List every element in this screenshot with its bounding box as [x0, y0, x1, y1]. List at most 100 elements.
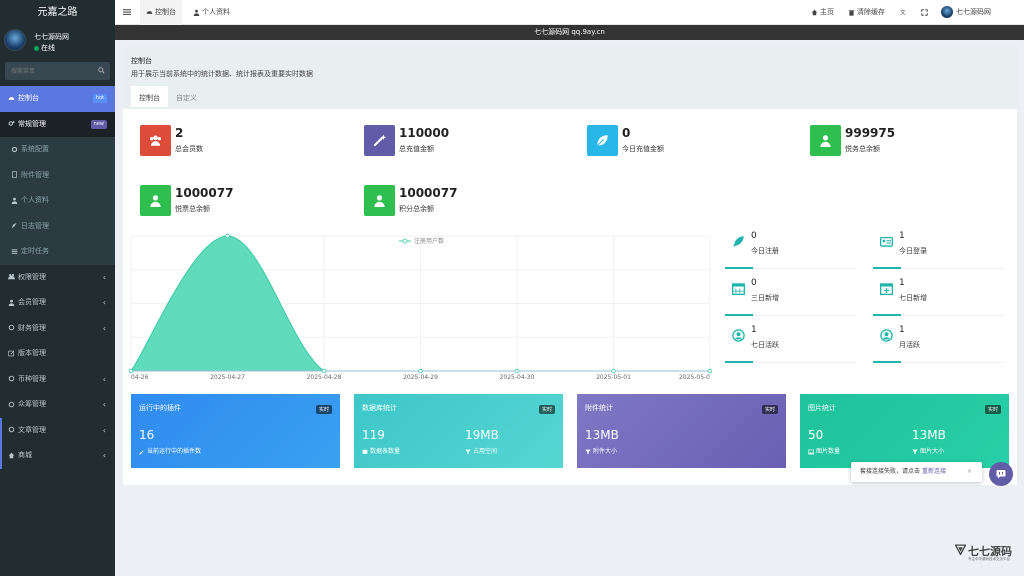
mini-stat-monthly-active: 1 月活跃: [873, 322, 1005, 363]
sidebar-item-attachment[interactable]: 附件管理: [0, 162, 115, 188]
data-point[interactable]: [707, 368, 713, 374]
sidebar-search: [5, 62, 110, 80]
page-description: 用于展示当前系统中的统计数据、统计报表及重要实时数据: [131, 70, 313, 78]
data-point[interactable]: [129, 368, 134, 374]
x-tick-label: 2025-04-29: [403, 374, 438, 381]
sidebar-item-version[interactable]: 版本管理: [0, 341, 115, 367]
x-tick-label: 2025-04-30: [500, 374, 535, 381]
circle-icon: [8, 426, 15, 433]
card-title: 数据库统计: [362, 404, 397, 412]
card-sub: 当前运行中的插件数: [139, 446, 201, 455]
sidebar-item-profile[interactable]: 个人资料: [0, 188, 115, 214]
card-sub-2: 占用空间: [465, 446, 497, 455]
sidebar-item-cron[interactable]: 定时任务: [0, 239, 115, 265]
stat-value: 1000077: [399, 186, 458, 200]
stat-icon-box: [364, 125, 395, 156]
sidebar-item-finance[interactable]: 财务管理 ‹: [0, 316, 115, 342]
data-point[interactable]: [225, 233, 230, 239]
stat-label: 悦票总余额: [175, 205, 210, 213]
sidebar-item-mall[interactable]: 商城 ‹: [0, 443, 115, 469]
sidebar-item-general[interactable]: 常规管理 new: [0, 111, 115, 137]
x-tick-label: 2025-04-27: [210, 374, 245, 381]
sidebar-item-members[interactable]: 会员管理 ‹: [0, 290, 115, 316]
stat-label: 总充值金额: [399, 145, 434, 153]
pen-icon: [11, 222, 18, 229]
sidebar-item-currency[interactable]: 币种管理 ‹: [0, 367, 115, 393]
edit-icon: [8, 350, 15, 357]
close-icon[interactable]: ×: [967, 462, 972, 482]
stat-value: 0: [622, 126, 631, 140]
tab-console[interactable]: 控制台: [131, 86, 168, 107]
card-value-2: 13MB: [912, 428, 946, 442]
clear-cache-button[interactable]: 清除缓存: [848, 0, 885, 25]
card-database: 数据库统计 实时 119 数据表数量 19MB 占用空间: [354, 394, 563, 468]
user-menu[interactable]: 七七源码网: [941, 0, 991, 25]
id-card-icon: [880, 235, 893, 248]
x-tick-label: 04-26: [131, 374, 149, 381]
stat-icon-box: [364, 185, 395, 216]
calendar-icon: [732, 282, 745, 295]
sidebar-item-articles[interactable]: 文章管理 ‹: [0, 417, 115, 443]
chat-button[interactable]: [989, 462, 1013, 486]
image-icon: [808, 449, 814, 455]
chevron-left-icon: ‹: [102, 298, 106, 307]
reconnect-link[interactable]: 重新连接: [922, 468, 946, 475]
sidebar-item-system-config[interactable]: 系统配置: [0, 137, 115, 163]
user-panel: 七七源码网 在线: [0, 25, 115, 58]
connection-toast: 套接连接失败，请点击 重新连接 ×: [851, 462, 982, 482]
app-logo[interactable]: 元嘉之路: [0, 0, 115, 25]
home-icon: [8, 452, 15, 459]
circle-icon: [8, 324, 15, 331]
data-point[interactable]: [611, 368, 616, 374]
user-icon: [149, 194, 162, 207]
data-point[interactable]: [418, 368, 423, 374]
stat-points-balance: 1000077 积分总余额: [364, 185, 564, 220]
sidebar-item-crowdfund[interactable]: 众筹管理 ‹: [0, 392, 115, 418]
new-badge: new: [90, 119, 107, 129]
tab-profile[interactable]: 个人资料: [193, 0, 230, 25]
stat-icon-box: [140, 125, 171, 156]
home-link[interactable]: 主页: [811, 0, 834, 25]
chevron-left-icon: ‹: [102, 272, 106, 282]
cogs-icon: [8, 120, 15, 127]
dashboard-icon: [146, 9, 153, 16]
stat-today-recharge: 0 今日充值金额: [587, 125, 787, 160]
card-value-2: 19MB: [465, 428, 499, 442]
realtime-badge: 实时: [984, 405, 1001, 414]
stat-label: 今日充值金额: [622, 145, 664, 153]
mini-stat-today-login: 1 今日登录: [873, 228, 1005, 269]
card-sub: 图片数量: [808, 446, 840, 455]
rocket-icon: [732, 235, 745, 248]
card-attachments: 附件统计 实时 13MB 附件大小: [577, 394, 786, 468]
translate-icon[interactable]: 文: [900, 0, 909, 25]
stat-icon-box: [140, 185, 171, 216]
avatar: [4, 29, 26, 51]
filter-icon: [912, 449, 918, 455]
group-icon: [8, 273, 15, 280]
top-navbar: 控制台 个人资料 主页 清除缓存 文 七七源码网: [115, 0, 1024, 25]
tab-dashboard[interactable]: 控制台: [140, 0, 182, 25]
user-icon: [819, 134, 832, 147]
fullscreen-icon[interactable]: [921, 0, 930, 25]
tab-custom[interactable]: 自定义: [168, 88, 205, 109]
sidebar-item-dashboard[interactable]: 控制台 hot: [0, 86, 115, 112]
user-status: 在线: [34, 43, 55, 53]
watermark-subtitle: 专注中华源码技术交流平台: [968, 557, 1010, 561]
card-value: 16: [139, 428, 155, 442]
filter-icon: [465, 449, 471, 455]
data-point[interactable]: [321, 368, 327, 374]
card-title: 图片统计: [808, 404, 836, 412]
users-icon: [149, 134, 162, 147]
sidebar-item-auth[interactable]: 权限管理 ‹: [0, 265, 115, 291]
data-point[interactable]: [514, 368, 520, 374]
search-input[interactable]: [5, 62, 85, 80]
mini-stat-seven-day-active: 1 七日活跃: [725, 322, 857, 363]
user-circle-icon: [880, 329, 893, 342]
stat-total-recharge: 110000 总充值金额: [364, 125, 564, 160]
sidebar: 元嘉之路 七七源码网 在线 控制台hot 常规管理new 系统配置 附件管理 个…: [0, 0, 115, 576]
sidebar-item-logs[interactable]: 日志管理: [0, 213, 115, 239]
menu-toggle-icon[interactable]: [123, 0, 133, 25]
legend-label[interactable]: 注册用户数: [414, 237, 444, 245]
search-icon[interactable]: [98, 67, 105, 74]
stat-label: 总会员数: [175, 145, 203, 153]
